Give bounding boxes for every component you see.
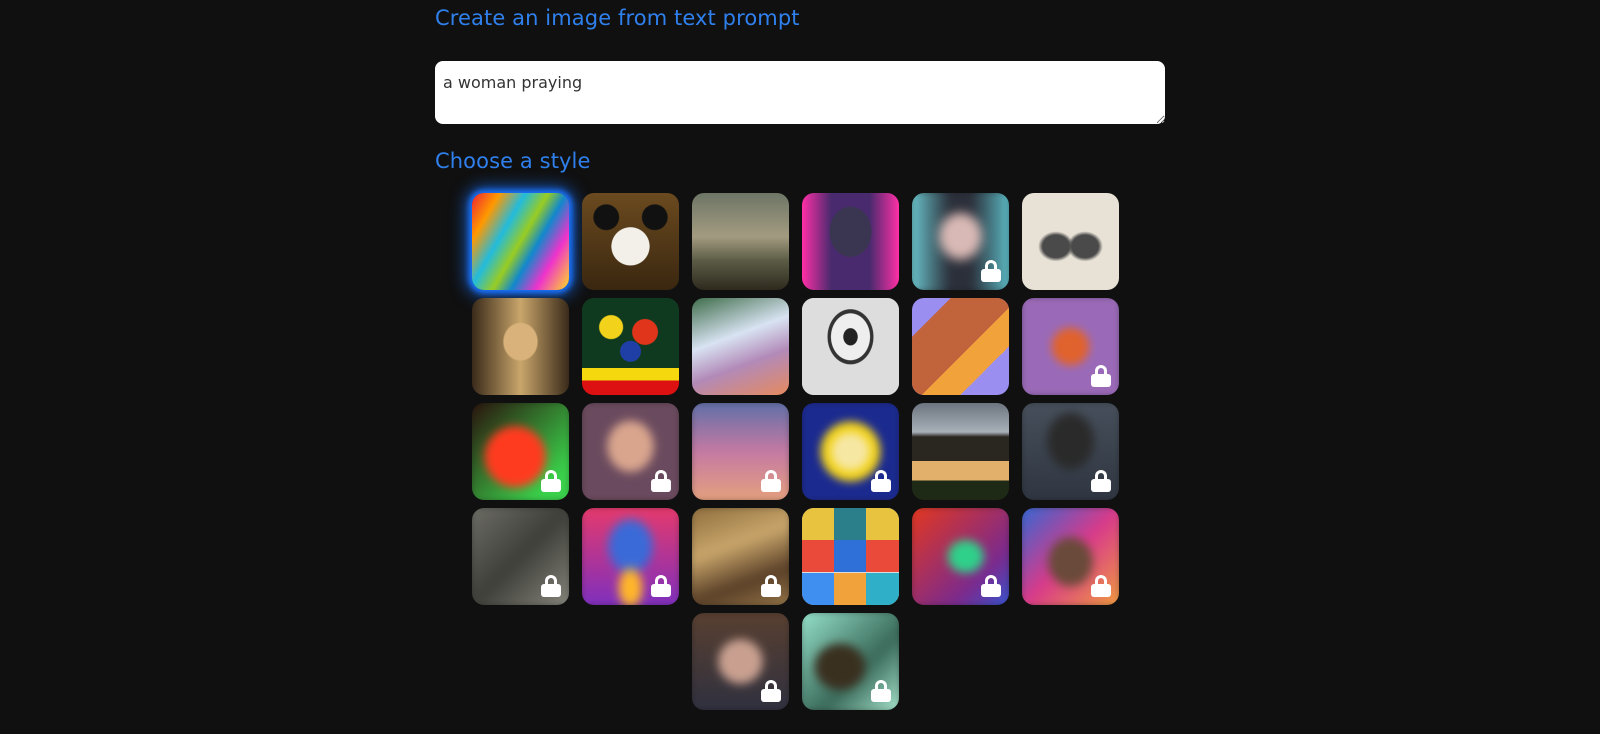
lock-icon bbox=[651, 575, 671, 597]
style-tile-2[interactable] bbox=[582, 193, 679, 290]
isometric-room-thumbnail bbox=[912, 298, 1009, 395]
style-tile-15[interactable] bbox=[692, 403, 789, 500]
renaissance-portrait-thumbnail bbox=[472, 298, 569, 395]
lock-icon bbox=[981, 260, 1001, 282]
lock-icon bbox=[1091, 575, 1111, 597]
lock-icon bbox=[541, 575, 561, 597]
lock-icon bbox=[541, 470, 561, 492]
style-tile-24[interactable] bbox=[1022, 508, 1119, 605]
style-tile-10[interactable] bbox=[802, 298, 899, 395]
modern-house-thumbnail bbox=[912, 403, 1009, 500]
style-tile-22[interactable] bbox=[802, 508, 899, 605]
style-tile-17[interactable] bbox=[912, 403, 1009, 500]
style-tile-4[interactable] bbox=[802, 193, 899, 290]
lock-icon bbox=[761, 470, 781, 492]
style-tile-6[interactable] bbox=[1022, 193, 1119, 290]
style-tile-11[interactable] bbox=[912, 298, 1009, 395]
sketch-cup-thumbnail bbox=[802, 298, 899, 395]
page-title: Create an image from text prompt bbox=[435, 6, 800, 30]
lock-icon bbox=[1091, 470, 1111, 492]
prompt-input[interactable] bbox=[435, 61, 1165, 124]
style-tile-18[interactable] bbox=[1022, 403, 1119, 500]
flower-vase-thumbnail bbox=[582, 298, 679, 395]
style-tile-23[interactable] bbox=[912, 508, 1009, 605]
style-tile-19[interactable] bbox=[472, 508, 569, 605]
panda-thumbnail bbox=[582, 193, 679, 290]
lock-icon bbox=[761, 680, 781, 702]
lock-icon bbox=[761, 575, 781, 597]
ballet-dancers-thumbnail bbox=[692, 298, 789, 395]
style-tile-7[interactable] bbox=[472, 298, 569, 395]
style-tile-14[interactable] bbox=[582, 403, 679, 500]
style-tile-26[interactable] bbox=[802, 613, 899, 710]
style-tile-12[interactable] bbox=[1022, 298, 1119, 395]
lock-icon bbox=[981, 575, 1001, 597]
icon-grid-thumbnail bbox=[802, 508, 899, 605]
style-tile-1[interactable] bbox=[472, 193, 569, 290]
abstract-paint-thumbnail bbox=[472, 193, 569, 290]
lock-icon bbox=[1091, 365, 1111, 387]
style-tile-5[interactable] bbox=[912, 193, 1009, 290]
style-tile-16[interactable] bbox=[802, 403, 899, 500]
style-tile-21[interactable] bbox=[692, 508, 789, 605]
neon-robot-thumbnail bbox=[802, 193, 899, 290]
style-tile-8[interactable] bbox=[582, 298, 679, 395]
lock-icon bbox=[651, 470, 671, 492]
style-tile-25[interactable] bbox=[692, 613, 789, 710]
engraving-gentlemen-thumbnail bbox=[1022, 193, 1119, 290]
lock-icon bbox=[871, 680, 891, 702]
landscape-painting-thumbnail bbox=[692, 193, 789, 290]
style-grid bbox=[472, 193, 1122, 710]
style-tile-13[interactable] bbox=[472, 403, 569, 500]
style-tile-9[interactable] bbox=[692, 298, 789, 395]
style-tile-20[interactable] bbox=[582, 508, 679, 605]
style-tile-3[interactable] bbox=[692, 193, 789, 290]
lock-icon bbox=[871, 470, 891, 492]
style-section-title: Choose a style bbox=[435, 149, 591, 173]
